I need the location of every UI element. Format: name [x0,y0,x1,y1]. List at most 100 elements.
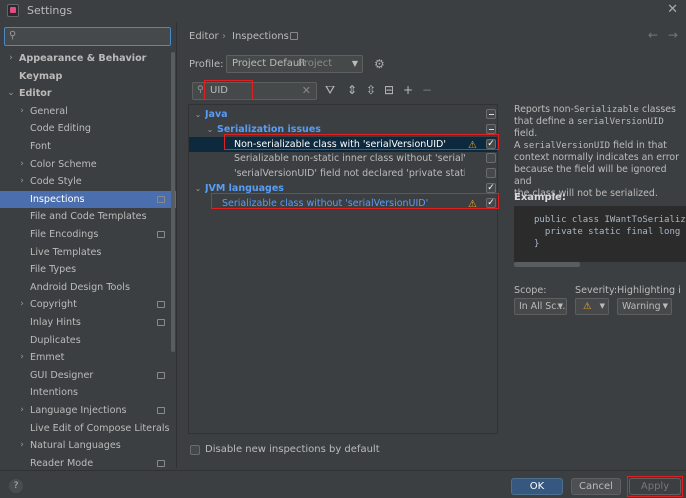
chevron-right-icon[interactable]: › [17,173,27,191]
sidebar-item-label: Color Scheme [30,158,97,170]
warning-icon: ⚠ [583,301,592,312]
project-scope-icon [290,32,298,40]
sidebar-item[interactable]: › Natural Languages [0,437,176,455]
sidebar-item[interactable]: Inspections [0,190,176,209]
inspection-label: 'serialVersionUID' field not declared 'p… [234,168,465,180]
expand-all-icon[interactable]: ⇕ [347,83,357,97]
add-icon[interactable]: + [403,83,413,97]
scope-label: Scope: [514,285,547,296]
nav-arrows: ← → [648,28,678,42]
inspection-checkbox[interactable]: ✓ [486,183,496,193]
chevron-down-icon[interactable]: ⌄ [193,181,203,196]
project-scope-icon [157,371,165,379]
chevron-right-icon[interactable]: › [17,437,27,455]
clear-search-icon[interactable]: ✕ [302,84,311,97]
sidebar-item-label: Copyright [30,299,77,311]
back-arrow-icon[interactable]: ← [648,28,658,42]
settings-search-input[interactable]: ⚲ [4,27,171,46]
chevron-right-icon[interactable]: › [17,296,27,314]
chevron-right-icon[interactable]: › [17,103,27,121]
annotation-highlight-search [204,80,253,100]
sidebar-item-label: Intentions [30,387,79,399]
sidebar-item[interactable]: › Copyright [0,296,176,314]
sidebar-item[interactable]: Reader Mode [0,455,176,468]
sidebar-item-label: Live Templates [30,246,102,258]
sidebar-item[interactable]: File Encodings [0,226,176,244]
chevron-right-icon[interactable]: › [6,50,16,68]
chevron-right-icon[interactable]: › [17,402,27,420]
inspection-row[interactable]: Serializable non-static inner class with… [189,151,497,166]
forward-arrow-icon[interactable]: → [668,28,678,42]
inspection-checkbox[interactable] [486,168,496,179]
sidebar-item[interactable]: File and Code Templates [0,208,176,226]
inspection-checkbox[interactable] [486,123,496,134]
ok-button[interactable]: OK [511,478,563,495]
highlighting-dropdown[interactable]: Warning ▼ [617,298,672,315]
inspection-row[interactable]: 'serialVersionUID' field not declared 'p… [189,166,497,181]
sidebar-scrollbar[interactable] [171,52,175,352]
sidebar-item-label: Editor [19,88,52,100]
chevron-down-icon: ▼ [351,59,358,68]
code-scrollbar[interactable] [514,262,580,267]
chevron-down-icon[interactable]: ⌄ [193,107,203,122]
cancel-button[interactable]: Cancel [571,478,621,495]
sidebar-item[interactable]: File Types [0,261,176,279]
sidebar-item[interactable]: Intentions [0,384,176,402]
desc-text: A [514,140,524,151]
disable-new-inspections-label: Disable new inspections by default [205,444,380,455]
sidebar-item[interactable]: › Color Scheme [0,156,176,174]
inspection-checkbox[interactable] [486,109,496,119]
profile-label: Profile: [189,59,224,70]
chevron-right-icon[interactable]: › [17,349,27,367]
app-icon [7,4,19,17]
inspection-group-row[interactable]: ⌄ Java [189,107,497,122]
sidebar-item-label: Code Editing [30,123,92,135]
sidebar-item-label: File Types [30,264,77,276]
sidebar-item-label: File Encodings [30,229,99,240]
sidebar-item[interactable]: Keymap [0,68,176,86]
sidebar-item[interactable]: Code Editing [0,120,176,138]
sidebar-item[interactable]: › Code Style [0,173,176,191]
desc-text: Reports non- [514,104,574,115]
sidebar-item[interactable]: Inlay Hints [0,314,176,332]
inspection-checkbox[interactable] [486,153,496,164]
sidebar-item[interactable]: Live Edit of Compose Literals [0,420,176,438]
collapse-all-icon[interactable]: ⇳ [366,83,376,97]
gear-icon[interactable]: ⚙ [374,57,385,71]
scope-dropdown[interactable]: In All Sc... ▼ [514,298,567,315]
sidebar-item[interactable]: Live Templates [0,244,176,262]
chevron-down-icon: ▼ [662,302,668,310]
search-icon: ⚲ [9,30,17,41]
filter-icon[interactable]: ⛛ [325,83,335,98]
sidebar-item[interactable]: Duplicates [0,332,176,350]
sidebar-item[interactable]: › Appearance & Behavior [0,50,176,68]
chevron-down-icon[interactable]: ⌄ [6,85,16,103]
sidebar-item[interactable]: Android Design Tools [0,279,176,297]
help-icon[interactable]: ? [9,479,23,493]
severity-label: Severity: [575,285,618,296]
disable-new-inspections-checkbox[interactable] [190,445,200,455]
close-icon[interactable]: ✕ [667,2,678,17]
desc-text: field in that [610,140,667,151]
breadcrumb-editor[interactable]: Editor [189,31,219,42]
chevron-down-icon: ▼ [557,302,563,310]
window-title: Settings [27,4,73,17]
profile-dropdown[interactable]: Project Default Project ▼ [226,55,363,73]
remove-icon[interactable]: − [422,83,432,97]
chevron-right-icon[interactable]: › [17,156,27,174]
chevron-down-icon: ▼ [599,302,605,310]
reset-icon[interactable]: ⊟ [384,83,394,97]
sidebar-item[interactable]: › Emmet [0,349,176,367]
desc-text: context normally indicates an error [514,152,679,163]
sidebar-item[interactable]: ⌄ Editor [0,85,176,103]
chevron-down-icon[interactable]: ⌄ [205,122,215,137]
sidebar-item-label: Android Design Tools [30,281,130,293]
sidebar-item-label: GUI Designer [30,369,94,381]
sidebar-item-label: Inspections [30,193,85,205]
sidebar-item[interactable]: GUI Designer [0,367,176,385]
sidebar-item[interactable]: › General [0,103,176,121]
sidebar-item[interactable]: › Language Injections [0,402,176,420]
sidebar-item[interactable]: Font [0,138,176,156]
breadcrumb-separator: › [222,31,226,42]
severity-dropdown[interactable]: ⚠ ▼ [575,298,609,315]
